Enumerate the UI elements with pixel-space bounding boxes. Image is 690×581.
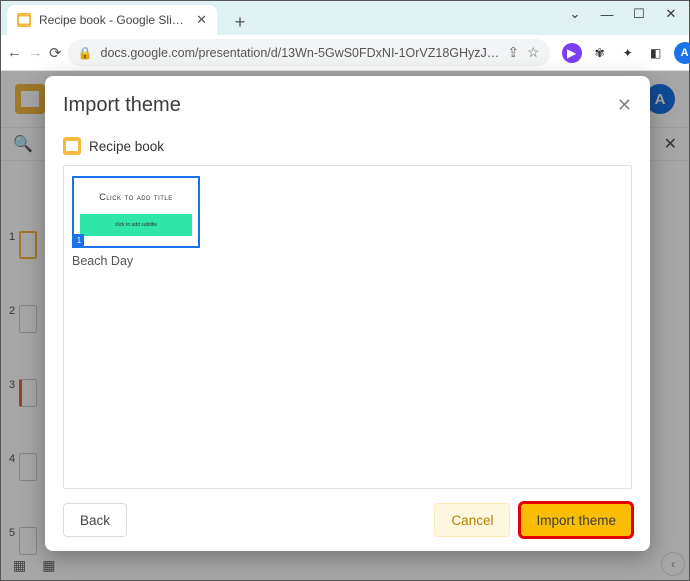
theme-card-beach-day[interactable]: Click to add title click to add subtitle…: [72, 176, 200, 268]
maximize-button[interactable]: ☐: [625, 3, 653, 25]
extension-play-icon[interactable]: ▶: [562, 43, 582, 63]
thumb-title-placeholder: Click to add title: [74, 192, 198, 202]
profile-avatar[interactable]: A: [674, 42, 690, 64]
back-button[interactable]: ←: [7, 40, 22, 66]
browser-tab[interactable]: Recipe book - Google Slides ✕: [7, 5, 217, 35]
minimize-button[interactable]: —: [593, 3, 621, 25]
browser-toolbar: ← → ⟳ 🔒 docs.google.com/presentation/d/1…: [1, 35, 689, 71]
extensions-area: ▶ ✾ ✦ ◧ A ⋮: [556, 40, 690, 66]
import-theme-button[interactable]: Import theme: [520, 503, 632, 537]
share-icon[interactable]: ⇪: [507, 44, 519, 61]
theme-name-label: Beach Day: [72, 254, 200, 268]
extension-paw-icon[interactable]: ✾: [590, 43, 610, 63]
thumb-subtitle-placeholder: click to add subtitle: [80, 214, 192, 236]
extension-square-icon[interactable]: ◧: [646, 43, 666, 63]
lock-icon: 🔒: [78, 46, 93, 60]
source-presentation-row: Recipe book: [63, 137, 632, 155]
slides-favicon: [17, 13, 31, 27]
chevron-down-icon[interactable]: ⌄: [561, 3, 589, 25]
new-tab-button[interactable]: +: [227, 9, 253, 35]
import-theme-dialog: Import theme ✕ Recipe book Click to add …: [45, 76, 650, 551]
theme-thumbnail: Click to add title click to add subtitle…: [72, 176, 200, 248]
url-text: docs.google.com/presentation/d/13Wn-5GwS…: [101, 46, 500, 60]
thumb-page-badge: 1: [74, 234, 84, 246]
forward-button: →: [28, 40, 43, 66]
back-button[interactable]: Back: [63, 503, 127, 537]
close-window-button[interactable]: ✕: [657, 3, 685, 25]
tab-close-icon[interactable]: ✕: [196, 12, 207, 28]
slides-file-icon: [63, 137, 81, 155]
window-controls: ⌄ — ☐ ✕: [561, 3, 685, 25]
cancel-button[interactable]: Cancel: [434, 503, 510, 537]
bookmark-icon[interactable]: ☆: [527, 44, 540, 61]
tab-title: Recipe book - Google Slides: [39, 13, 188, 27]
reload-button[interactable]: ⟳: [49, 40, 62, 66]
theme-list: Click to add title click to add subtitle…: [63, 165, 632, 489]
dialog-footer: Back Cancel Import theme: [63, 503, 632, 537]
dialog-close-button[interactable]: ✕: [617, 95, 632, 116]
browser-tabstrip: Recipe book - Google Slides ✕ + ⌄ — ☐ ✕: [1, 1, 689, 35]
extensions-puzzle-icon[interactable]: ✦: [618, 43, 638, 63]
source-presentation-name: Recipe book: [89, 139, 164, 154]
address-bar[interactable]: 🔒 docs.google.com/presentation/d/13Wn-5G…: [68, 39, 550, 67]
dialog-title: Import theme: [63, 94, 181, 117]
